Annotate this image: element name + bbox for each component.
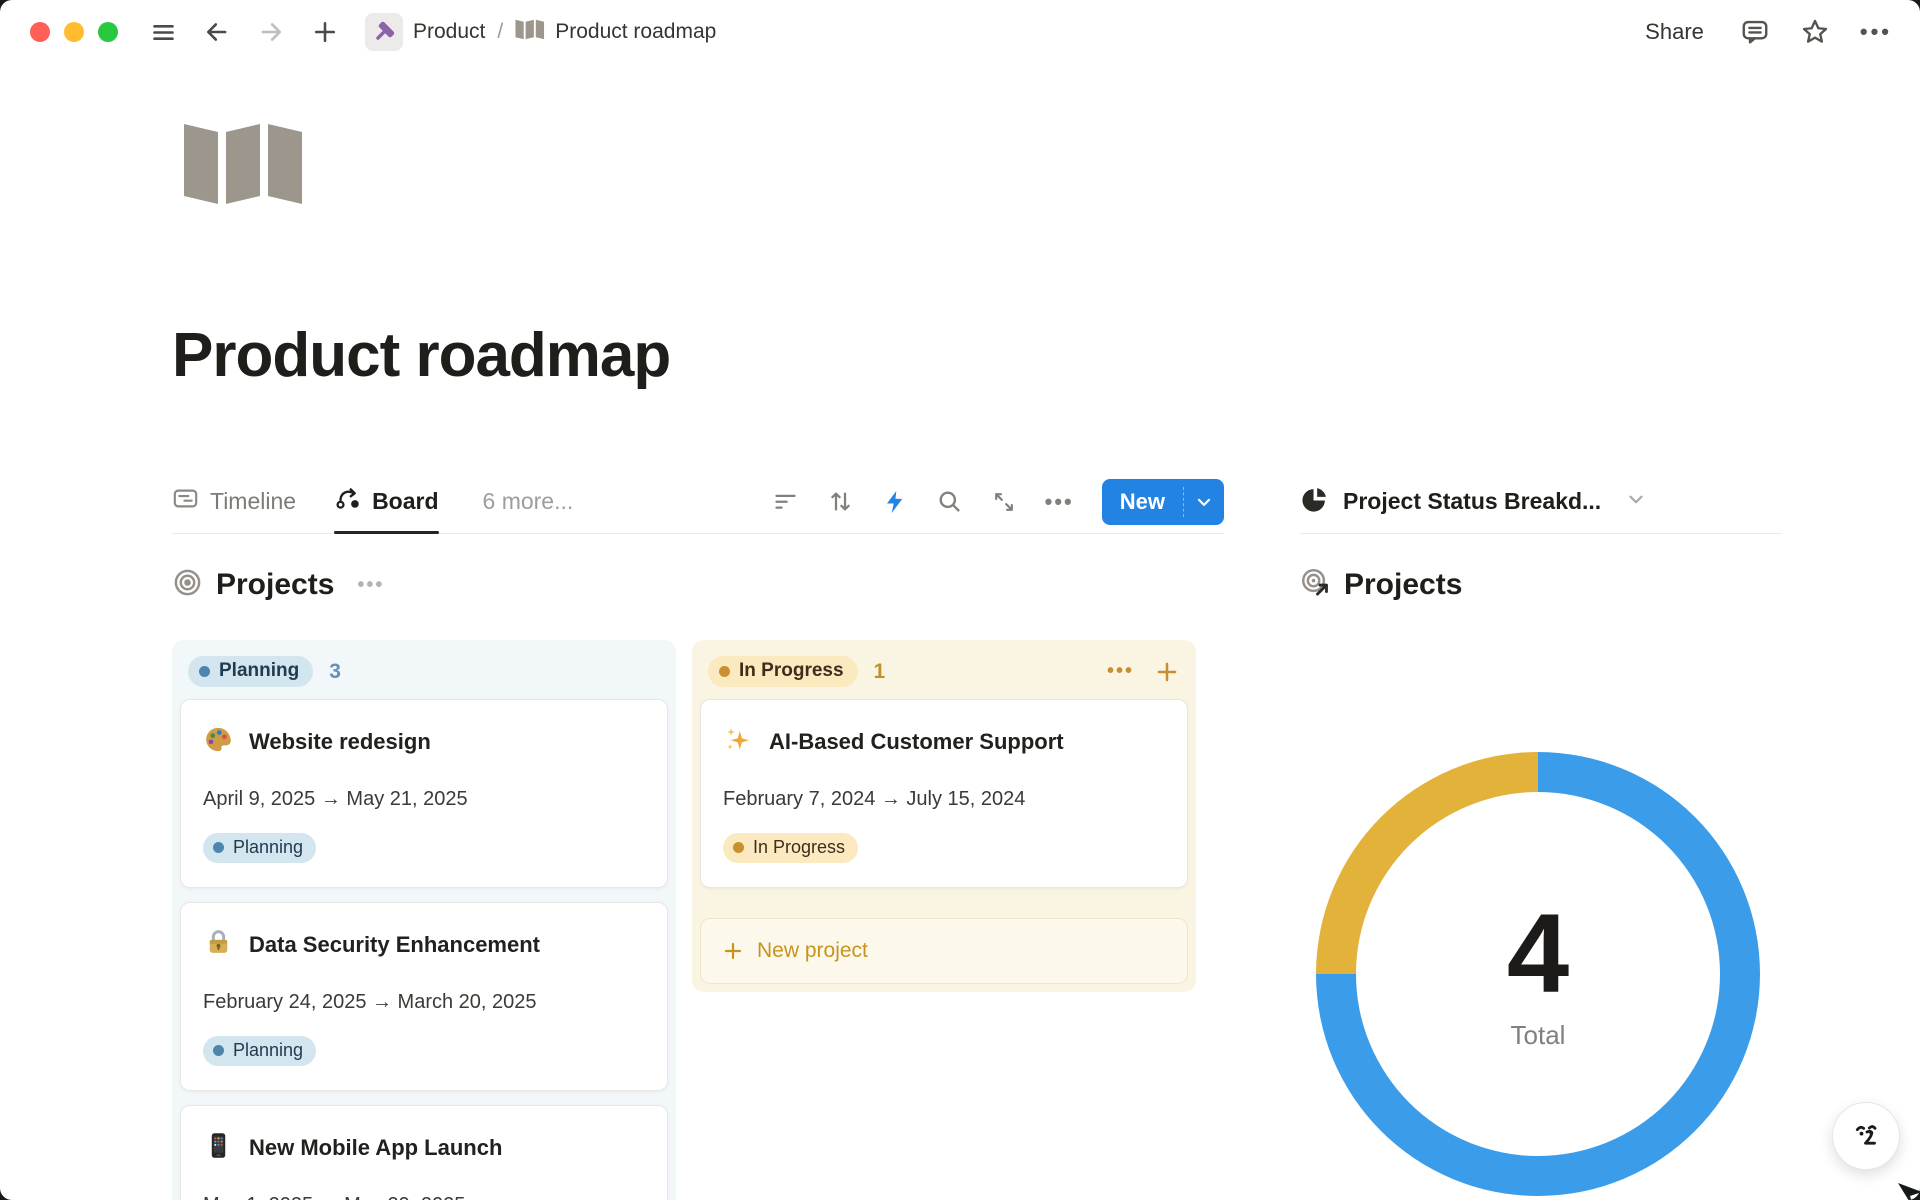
card-status-tag: Planning <box>203 833 316 863</box>
target-icon <box>172 567 203 603</box>
view-toolbar: ••• New <box>772 479 1224 525</box>
status-badge-planning[interactable]: Planning <box>188 656 313 687</box>
column-in-progress: In Progress 1 ••• <box>692 640 1196 992</box>
project-card[interactable]: Website redesign April 9, 2025 → May 21,… <box>180 699 668 888</box>
notion-window: Product / Product roadmap Share ••• Prod… <box>0 0 1920 1200</box>
donut-center: 4 Total <box>1316 752 1760 1196</box>
page-title: Product roadmap <box>172 320 670 391</box>
status-dot <box>199 666 210 677</box>
board-collection-header: Projects ••• <box>172 562 1224 608</box>
tab-timeline-label: Timeline <box>210 488 296 515</box>
card-status-tag: In Progress <box>723 833 858 863</box>
project-card[interactable]: Data Security Enhancement February 24, 2… <box>180 902 668 1091</box>
new-project-button[interactable]: New project <box>700 918 1188 984</box>
back-icon[interactable] <box>203 18 231 46</box>
mouse-cursor <box>1896 1181 1920 1200</box>
chart-selector-row: Project Status Breakd... <box>1300 470 1782 534</box>
card-dates: February 7, 2024 → July 15, 2024 <box>723 788 1165 811</box>
card-dates: February 24, 2025 → March 20, 2025 <box>203 991 645 1014</box>
breadcrumb-teamspace[interactable]: Product <box>413 20 485 44</box>
pie-chart-icon <box>1300 485 1329 519</box>
collection-more-icon[interactable]: ••• <box>357 574 384 597</box>
card-title: Website redesign <box>249 729 431 755</box>
target-arrow-icon <box>1300 567 1331 603</box>
sort-icon[interactable] <box>827 488 854 515</box>
status-dot <box>719 666 730 677</box>
tab-board[interactable]: Board <box>334 470 438 533</box>
sidebar-menu-icon[interactable] <box>150 19 177 46</box>
chevron-down-icon <box>1625 488 1647 515</box>
topbar: Product / Product roadmap Share ••• <box>0 0 1920 64</box>
plus-icon <box>721 939 745 963</box>
card-title: New Mobile App Launch <box>249 1135 502 1161</box>
more-options-icon[interactable]: ••• <box>1860 19 1892 45</box>
status-badge-in-progress[interactable]: In Progress <box>708 656 858 687</box>
column-planning-header: Planning 3 <box>180 648 668 699</box>
lock-icon <box>203 927 234 963</box>
chart-selector-button[interactable]: Project Status Breakd... <box>1343 488 1601 515</box>
project-status-donut-chart[interactable]: 4 Total <box>1316 752 1760 1196</box>
card-status-tag: Planning <box>203 1036 316 1066</box>
zoom-window-button[interactable] <box>98 22 118 42</box>
column-count: 1 <box>874 660 886 684</box>
timeline-icon <box>172 485 199 518</box>
mobile-phone-icon <box>203 1130 234 1166</box>
new-button-chevron-icon[interactable] <box>1184 479 1224 525</box>
page-icon-map[interactable] <box>182 116 306 213</box>
breadcrumb-separator: / <box>497 20 503 44</box>
share-button[interactable]: Share <box>1639 18 1710 46</box>
chart-collection-title: Projects <box>1344 568 1462 602</box>
new-page-icon[interactable] <box>311 18 339 46</box>
board-icon <box>334 485 361 518</box>
tab-board-label: Board <box>372 488 438 515</box>
palette-icon <box>203 724 234 760</box>
board-view-pane: Timeline Board 6 more... <box>172 470 1224 1200</box>
card-title: Data Security Enhancement <box>249 932 540 958</box>
forward-icon[interactable] <box>257 18 285 46</box>
breadcrumb: Product / Product roadmap <box>365 13 716 51</box>
breadcrumb-page[interactable]: Product roadmap <box>555 20 716 44</box>
expand-icon[interactable] <box>991 489 1017 515</box>
card-dates: May 1, 2025 → May 29, 2025 <box>203 1194 645 1200</box>
view-tabs-row: Timeline Board 6 more... <box>172 470 1224 534</box>
column-planning: Planning 3 Website redesign April 9, 202… <box>172 640 676 1200</box>
more-icon[interactable]: ••• <box>1045 489 1074 515</box>
close-window-button[interactable] <box>30 22 50 42</box>
column-count: 3 <box>329 660 341 684</box>
filter-icon[interactable] <box>772 488 799 515</box>
hammer-icon <box>365 13 403 51</box>
board-collection-title: Projects <box>216 568 334 602</box>
total-value: 4 <box>1507 898 1569 1010</box>
map-icon <box>515 16 545 48</box>
board-columns: Planning 3 Website redesign April 9, 202… <box>172 640 1224 1200</box>
total-label: Total <box>1511 1020 1566 1051</box>
more-views-button[interactable]: 6 more... <box>477 487 580 516</box>
column-more-icon[interactable]: ••• <box>1107 660 1134 683</box>
chart-collection-header: Projects <box>1300 562 1782 608</box>
new-button-main[interactable]: New <box>1102 479 1183 525</box>
comments-icon[interactable] <box>1740 17 1770 47</box>
column-add-card-icon[interactable] <box>1154 659 1180 685</box>
favorite-star-icon[interactable] <box>1800 17 1830 47</box>
project-card[interactable]: AI-Based Customer Support February 7, 20… <box>700 699 1188 888</box>
minimize-window-button[interactable] <box>64 22 84 42</box>
search-icon[interactable] <box>936 488 963 515</box>
card-dates: April 9, 2025 → May 21, 2025 <box>203 788 645 811</box>
automation-icon[interactable] <box>882 489 908 515</box>
window-controls <box>30 22 118 42</box>
tab-timeline[interactable]: Timeline <box>172 470 296 533</box>
card-title: AI-Based Customer Support <box>769 729 1064 755</box>
ai-face-icon <box>1846 1116 1886 1156</box>
notion-ai-button[interactable] <box>1832 1102 1900 1170</box>
chart-pane: Project Status Breakd... Projects 4 Tota… <box>1300 470 1782 1196</box>
project-card[interactable]: New Mobile App Launch May 1, 2025 → May … <box>180 1105 668 1200</box>
new-button: New <box>1102 479 1224 525</box>
sparkles-icon <box>723 724 754 760</box>
column-in-progress-header: In Progress 1 ••• <box>700 648 1188 699</box>
